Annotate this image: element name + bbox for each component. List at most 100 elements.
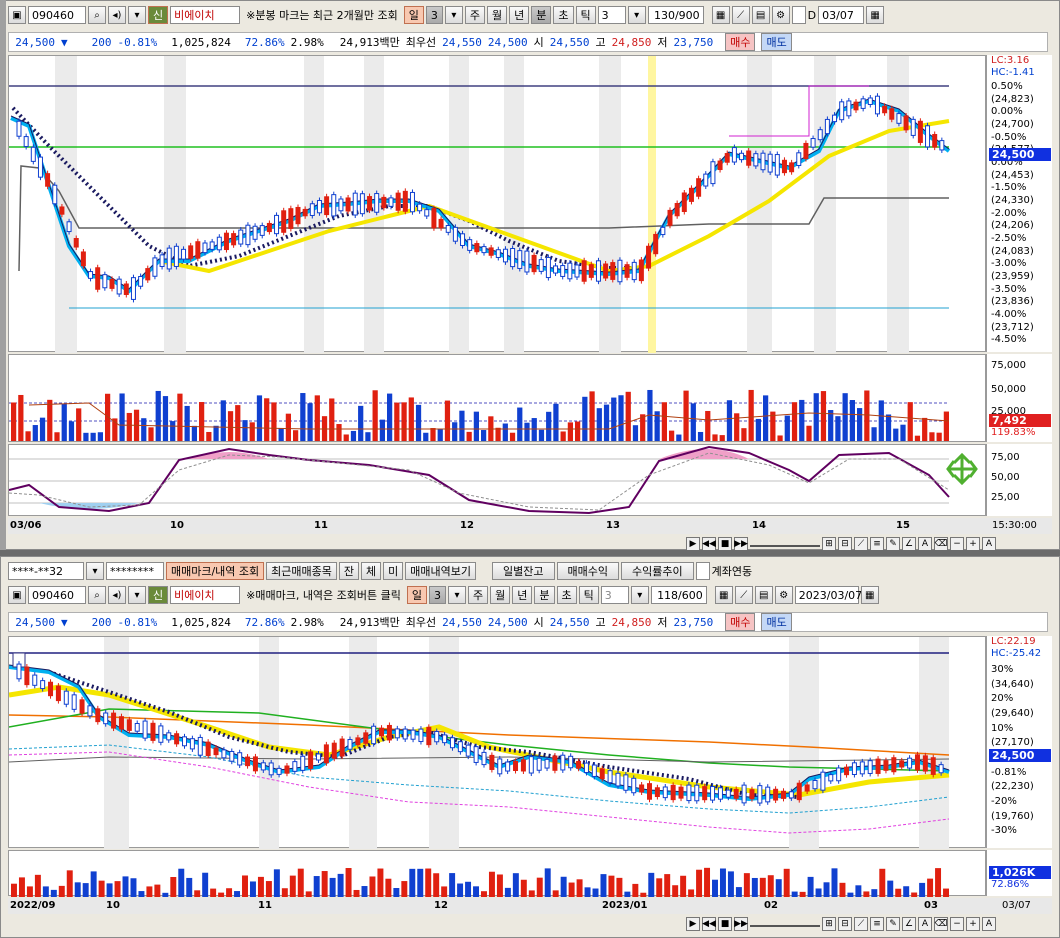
return-trend-button[interactable]: 수익률추이 [620, 562, 694, 580]
period-tick[interactable]: 틱 [575, 6, 596, 24]
line-icon[interactable]: ⟋ [854, 537, 868, 551]
calendar-icon[interactable]: ▦ [866, 6, 885, 24]
gear-icon[interactable]: ⚙ [771, 6, 790, 24]
date-input[interactable]: 03/07 [818, 6, 865, 24]
chart-icon[interactable]: ⊟ [838, 917, 852, 931]
angle-icon[interactable]: ∠ [902, 917, 916, 931]
font-icon[interactable]: A [982, 917, 996, 931]
forward-icon[interactable]: ▶▶ [734, 537, 748, 551]
eraser-icon[interactable]: ⌫ [934, 537, 948, 551]
search-icon[interactable]: ⌕ [88, 6, 106, 24]
angle-icon[interactable]: ∠ [902, 537, 916, 551]
period-week[interactable]: 주 [468, 586, 489, 604]
period-minute[interactable]: 분 [531, 6, 552, 24]
period-day-count[interactable]: 3 [425, 6, 443, 24]
period-year[interactable]: 년 [512, 586, 533, 604]
gear-icon[interactable]: ⚙ [774, 586, 793, 604]
trade-profit-button[interactable]: 매매수익 [556, 562, 619, 580]
interval-input[interactable]: 3 [597, 6, 626, 24]
chevron-down-icon[interactable]: ▾ [128, 586, 146, 604]
text-tool-icon[interactable]: A [918, 917, 932, 931]
rewind-icon[interactable]: ◀◀ [702, 537, 716, 551]
sound-icon[interactable]: ◂) [108, 586, 126, 604]
password-input[interactable]: ******** [106, 562, 164, 580]
period-day[interactable]: 일 [406, 586, 428, 604]
period-second[interactable]: 초 [556, 586, 577, 604]
draw-icon[interactable]: ✎ [886, 537, 900, 551]
daily-balance-button[interactable]: 일별잔고 [492, 562, 555, 580]
sound-icon[interactable]: ◂) [108, 6, 126, 24]
data-count[interactable]: 118/600 [650, 586, 707, 604]
stock-code-input[interactable]: 090460 [28, 6, 86, 24]
zoom-slider[interactable] [750, 541, 820, 547]
account-link-checkbox[interactable] [695, 562, 710, 580]
period-tick[interactable]: 틱 [578, 586, 599, 604]
fib-icon[interactable]: ≡ [870, 917, 884, 931]
date-checkbox[interactable] [791, 6, 806, 24]
buy-button[interactable]: 매수 [725, 33, 756, 51]
search-icon[interactable]: ⌕ [88, 586, 106, 604]
chevron-down-icon[interactable]: ▾ [444, 6, 463, 24]
minus-icon[interactable]: − [950, 537, 964, 551]
move-arrows-icon[interactable] [946, 452, 978, 486]
sell-button[interactable]: 매도 [761, 33, 792, 51]
data-count[interactable]: 130/900 [647, 6, 704, 24]
plus-icon[interactable]: + [966, 917, 980, 931]
save-icon[interactable]: ▤ [751, 6, 770, 24]
interval-input[interactable]: 3 [600, 586, 629, 604]
window-icon[interactable]: ▣ [8, 6, 26, 24]
filled-button[interactable]: 체 [361, 562, 382, 580]
period-minute[interactable]: 분 [534, 586, 555, 604]
zoom-slider[interactable] [750, 921, 820, 927]
trade-history-button[interactable]: 매매내역보기 [405, 562, 477, 580]
play-icon[interactable]: ▶ [686, 537, 700, 551]
chevron-down-icon[interactable]: ▾ [128, 6, 146, 24]
top-volume-chart[interactable] [8, 354, 986, 442]
chevron-down-icon[interactable]: ▾ [448, 586, 467, 604]
window-icon[interactable]: ▣ [8, 586, 26, 604]
draw-icon[interactable]: ✎ [886, 917, 900, 931]
top-oscillator-chart[interactable] [8, 444, 986, 516]
period-day-count[interactable]: 3 [429, 586, 447, 604]
font-icon[interactable]: A [982, 537, 996, 551]
grid-icon[interactable]: ▦ [714, 586, 733, 604]
stock-code-input[interactable]: 090460 [28, 586, 86, 604]
top-price-chart[interactable] [8, 55, 986, 353]
recent-trades-button[interactable]: 최근매매종목 [266, 562, 337, 580]
fib-icon[interactable]: ≡ [870, 537, 884, 551]
chart-icon[interactable]: ⊟ [838, 537, 852, 551]
chevron-down-icon[interactable]: ▾ [630, 586, 649, 604]
bottom-volume-chart[interactable] [8, 850, 986, 897]
grid-icon[interactable]: ▦ [711, 6, 730, 24]
period-second[interactable]: 초 [553, 6, 574, 24]
buy-button[interactable]: 매수 [725, 613, 756, 631]
period-month[interactable]: 월 [487, 6, 508, 24]
zoom-icon[interactable]: ⊞ [822, 917, 836, 931]
save-icon[interactable]: ▤ [754, 586, 773, 604]
period-month[interactable]: 월 [490, 586, 511, 604]
text-tool-icon[interactable]: A [918, 537, 932, 551]
chevron-down-icon[interactable]: ▾ [627, 6, 646, 24]
play-icon[interactable]: ▶ [686, 917, 700, 931]
calendar-icon[interactable]: ▦ [860, 586, 879, 604]
account-number-input[interactable]: ****-**32 [8, 562, 84, 580]
date-input[interactable]: 2023/03/07 [794, 586, 862, 604]
unfilled-button[interactable]: 미 [383, 562, 404, 580]
balance-button[interactable]: 잔 [338, 562, 360, 580]
bottom-price-chart[interactable] [8, 636, 986, 849]
trade-mark-query-button[interactable]: 매매마크/내역 조회 [166, 562, 265, 580]
minus-icon[interactable]: − [950, 917, 964, 931]
chevron-down-icon[interactable]: ▾ [86, 562, 104, 580]
chart-tool-icon[interactable]: ⟋ [731, 6, 750, 24]
period-day[interactable]: 일 [403, 6, 424, 24]
forward-icon[interactable]: ▶▶ [734, 917, 748, 931]
rewind-icon[interactable]: ◀◀ [702, 917, 716, 931]
period-year[interactable]: 년 [509, 6, 530, 24]
eraser-icon[interactable]: ⌫ [934, 917, 948, 931]
stop-icon[interactable]: ■ [718, 537, 732, 551]
sell-button[interactable]: 매도 [761, 613, 792, 631]
line-icon[interactable]: ⟋ [854, 917, 868, 931]
plus-icon[interactable]: + [966, 537, 980, 551]
chart-tool-icon[interactable]: ⟋ [734, 586, 753, 604]
zoom-icon[interactable]: ⊞ [822, 537, 836, 551]
